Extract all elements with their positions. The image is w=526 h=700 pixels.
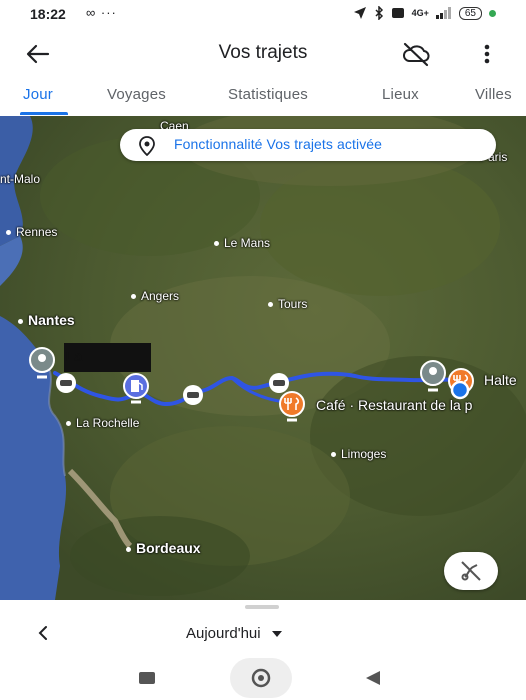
city-nantes: Nantes (18, 312, 75, 328)
tab-bar: Jour Voyages Statistiques Lieux Villes (0, 82, 526, 115)
satellite-map[interactable]: Caen Paris nt-Malo Rennes Le Mans Angers… (0, 116, 526, 600)
status-extra-icons: ∞ ··· (86, 5, 117, 20)
bluetooth-icon (375, 6, 383, 20)
city-limoges: Limoges (331, 447, 386, 461)
city-le-mans: Le Mans (214, 236, 270, 250)
vibrate-icon (391, 8, 404, 18)
tab-villes[interactable]: Villes (475, 86, 512, 103)
status-bar: 18:22 ∞ ··· 4G+ 65 (0, 0, 526, 28)
city-angers: Angers (131, 289, 179, 303)
tab-statistiques[interactable]: Statistiques (228, 86, 308, 103)
page-title: Vos trajets (218, 42, 308, 63)
battery-indicator: 65 (458, 6, 482, 20)
location-pin-icon (139, 136, 155, 156)
more-vert-icon[interactable] (476, 40, 498, 68)
app-bar: Vos trajets (0, 28, 526, 80)
visit-pin-icon[interactable] (27, 347, 57, 383)
location-arrow-icon (353, 7, 366, 19)
status-right-icons: 4G+ 65 (353, 6, 496, 20)
fuel-station-pin-icon[interactable] (122, 373, 150, 407)
cloud-off-icon[interactable] (401, 40, 431, 68)
halte-label[interactable]: Halte (484, 372, 517, 388)
tab-jour[interactable]: Jour (23, 86, 53, 103)
status-dot-icon (489, 9, 496, 17)
tab-voyages[interactable]: Voyages (107, 86, 166, 103)
car-icon[interactable] (182, 384, 204, 406)
home-button[interactable] (230, 658, 292, 698)
network-type: 4G+ (411, 8, 429, 18)
dropdown-arrow-icon (271, 630, 282, 637)
home-circle-icon (251, 668, 271, 688)
timeline-status-banner[interactable]: Fonctionnalité Vos trajets activée (120, 129, 496, 161)
recents-square-icon[interactable] (138, 671, 156, 685)
city-la-rochelle: La Rochelle (66, 416, 139, 430)
recenter-button[interactable] (444, 552, 498, 590)
city-bordeaux: Bordeaux (126, 540, 201, 556)
day-selector[interactable]: Aujourd'hui (186, 625, 283, 642)
route-off-icon (461, 561, 481, 581)
previous-day-chevron-icon[interactable] (32, 622, 54, 644)
car-icon[interactable] (55, 372, 77, 394)
city-saint-malo: nt-Malo (0, 172, 41, 186)
banner-text: Fonctionnalité Vos trajets activée (174, 136, 383, 152)
city-tours: Tours (268, 297, 307, 311)
city-rennes: Rennes (6, 225, 57, 239)
signal-icon (435, 7, 451, 19)
system-navigation-bar (0, 656, 526, 700)
status-time: 18:22 (30, 6, 66, 22)
current-location-icon (450, 380, 470, 400)
start-place-label: La (66, 348, 83, 364)
visit-pin-icon[interactable] (418, 360, 448, 396)
back-triangle-icon[interactable] (364, 670, 382, 686)
tab-lieux[interactable]: Lieux (382, 86, 419, 103)
day-label: Aujourd'hui (186, 625, 261, 642)
restaurant-pin-icon[interactable] (278, 391, 306, 425)
sheet-drag-handle[interactable] (245, 605, 279, 609)
active-tab-indicator (20, 112, 68, 115)
